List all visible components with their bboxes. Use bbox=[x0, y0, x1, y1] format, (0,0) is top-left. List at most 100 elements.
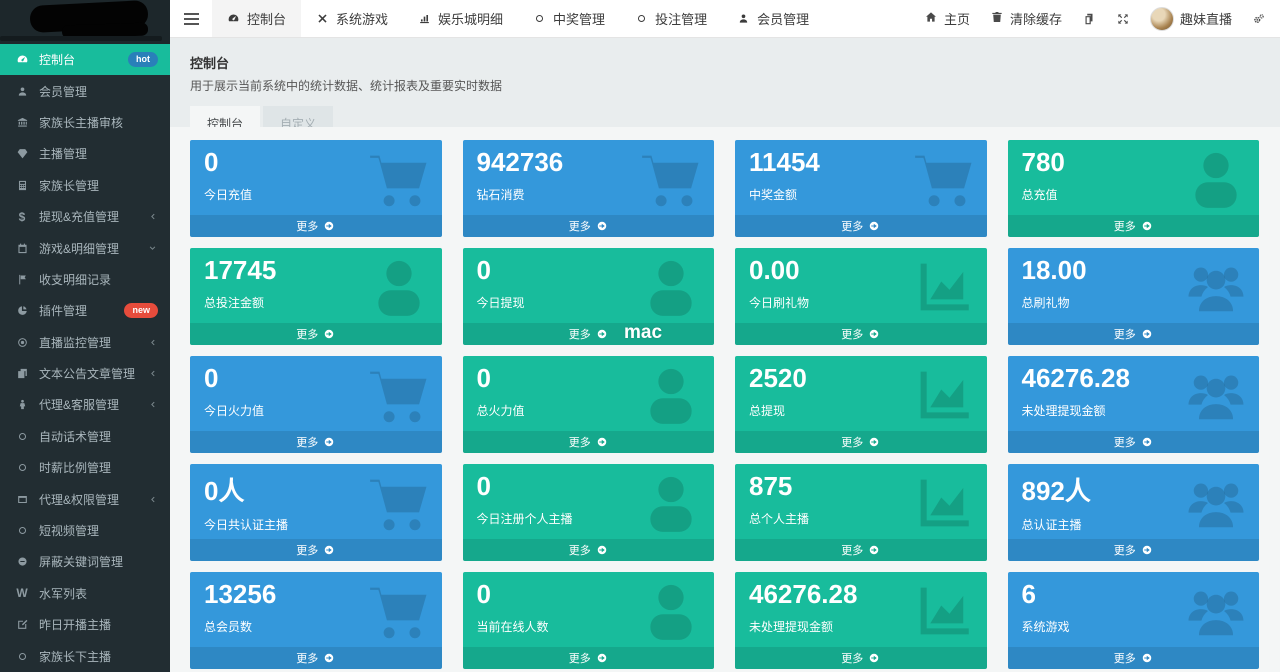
sidebar-item[interactable]: 家族长下主播 bbox=[0, 640, 170, 671]
sidebar-item[interactable]: 时薪比例管理 bbox=[0, 452, 170, 483]
trash-icon bbox=[990, 10, 1004, 27]
sidebar-item[interactable]: 自动话术管理 bbox=[0, 421, 170, 452]
circle-icon bbox=[16, 430, 29, 443]
page-header: 控制台 用于展示当前系统中的统计数据、统计报表及重要实时数据 控制台自定义 bbox=[170, 38, 1280, 141]
more-link[interactable]: 更多 bbox=[463, 431, 715, 453]
stat-card: 13256 总会员数 更多 bbox=[190, 572, 442, 669]
sidebar-item-label: 控制台 bbox=[39, 51, 75, 68]
sidebar-item[interactable]: 游戏&明细管理 bbox=[0, 232, 170, 263]
sidebar-toggle-icon[interactable] bbox=[170, 0, 212, 37]
sidebar-menu: 控制台hot 会员管理 家族长主播审核 主播管理 家族长管理$ 提现&充值管理 … bbox=[0, 44, 170, 672]
flag-icon bbox=[16, 273, 29, 286]
sidebar-item[interactable]: 家族长管理 bbox=[0, 170, 170, 201]
stat-card: 0 今日提现 更多 bbox=[463, 248, 715, 345]
sidebar-item-label: 插件管理 bbox=[39, 302, 87, 319]
more-link[interactable]: 更多 bbox=[1008, 431, 1260, 453]
stat-label: 系统游戏 bbox=[1022, 618, 1260, 635]
agent-icon bbox=[14, 398, 30, 411]
sidebar-item[interactable]: 文本公告文章管理 bbox=[0, 358, 170, 389]
stat-value: 0 bbox=[477, 471, 715, 502]
stat-value: 0人 bbox=[204, 471, 442, 508]
sidebar-item[interactable]: 短视频管理 bbox=[0, 515, 170, 546]
more-arrow-icon bbox=[868, 652, 880, 664]
settings-cogs-icon[interactable] bbox=[1252, 12, 1266, 26]
more-link[interactable]: 更多 bbox=[1008, 215, 1260, 237]
sidebar-item[interactable]: 家族长主播审核 bbox=[0, 107, 170, 138]
more-link[interactable]: 更多 bbox=[1008, 323, 1260, 345]
clear-cache-button[interactable]: 清除缓存 bbox=[990, 9, 1062, 28]
cross-icon bbox=[316, 12, 329, 25]
stat-label: 总充值 bbox=[1022, 186, 1260, 203]
more-link[interactable]: 更多 bbox=[463, 647, 715, 669]
topbar-tab[interactable]: 中奖管理 bbox=[518, 0, 620, 37]
sidebar-item-label: 会员管理 bbox=[39, 83, 87, 100]
stat-value: 942736 bbox=[477, 147, 715, 178]
username: 趣妹直播 bbox=[1180, 9, 1232, 28]
sidebar-item-label: 短视频管理 bbox=[39, 522, 99, 539]
sidebar-item[interactable]: 代理&客服管理 bbox=[0, 389, 170, 420]
more-arrow-icon bbox=[868, 220, 880, 232]
topbar-tab[interactable]: 投注管理 bbox=[620, 0, 722, 37]
more-link[interactable]: 更多 bbox=[735, 647, 987, 669]
gem-icon bbox=[16, 147, 29, 160]
sidebar-item[interactable]: 插件管理new bbox=[0, 295, 170, 326]
stat-label: 中奖金额 bbox=[749, 186, 987, 203]
stat-cards-grid: 0 今日充值 更多 942736 钻石消费 更多 11454 中奖金额 更多 7… bbox=[190, 140, 1259, 669]
more-link[interactable]: 更多 bbox=[190, 539, 442, 561]
sidebar-item[interactable]: $ 提现&充值管理 bbox=[0, 201, 170, 232]
calculator-icon bbox=[16, 179, 29, 192]
sidebar-item[interactable]: 屏蔽关键词管理 bbox=[0, 546, 170, 577]
dollar-icon: $ bbox=[14, 210, 30, 224]
stat-card: 875 总个人主播 更多 bbox=[735, 464, 987, 561]
more-link[interactable]: 更多 bbox=[190, 647, 442, 669]
more-link[interactable]: 更多 bbox=[735, 431, 987, 453]
topbar-tab[interactable]: 控制台 bbox=[212, 0, 301, 37]
stat-value: 0 bbox=[477, 363, 715, 394]
app-logo bbox=[0, 0, 170, 44]
more-link[interactable]: 更多 bbox=[735, 539, 987, 561]
more-link[interactable]: 更多 bbox=[1008, 539, 1260, 561]
circle-icon bbox=[14, 650, 30, 663]
sidebar-item[interactable]: 昨日开播主播 bbox=[0, 609, 170, 640]
copy-icon bbox=[14, 367, 30, 380]
stat-value: 875 bbox=[749, 471, 987, 502]
stat-value: 2520 bbox=[749, 363, 987, 394]
more-arrow-icon bbox=[323, 652, 335, 664]
more-arrow-icon bbox=[596, 436, 608, 448]
bank-icon bbox=[14, 116, 30, 129]
more-link[interactable]: 更多 bbox=[190, 431, 442, 453]
topbar-tab[interactable]: 会员管理 bbox=[722, 0, 824, 37]
topbar-tab[interactable]: 系统游戏 bbox=[301, 0, 403, 37]
fullscreen-icon[interactable] bbox=[1116, 12, 1130, 26]
home-button[interactable]: 主页 bbox=[924, 9, 970, 28]
stat-label: 总提现 bbox=[749, 402, 987, 419]
more-link[interactable]: 更多 bbox=[463, 539, 715, 561]
user-menu[interactable]: 趣妹直播 bbox=[1150, 7, 1232, 31]
more-link[interactable]: 更多 bbox=[735, 215, 987, 237]
sidebar-item-label: 时薪比例管理 bbox=[39, 459, 111, 476]
sidebar-item[interactable]: 收支明细记录 bbox=[0, 264, 170, 295]
more-arrow-icon bbox=[596, 328, 608, 340]
sidebar-item[interactable]: 代理&权限管理 bbox=[0, 483, 170, 514]
sidebar-item[interactable]: W 水军列表 bbox=[0, 578, 170, 609]
sidebar-item[interactable]: 控制台hot bbox=[0, 44, 170, 75]
files-icon[interactable] bbox=[1082, 12, 1096, 26]
stat-label: 未处理提现金额 bbox=[749, 618, 987, 635]
user-icon bbox=[14, 85, 30, 98]
more-link[interactable]: 更多 bbox=[463, 215, 715, 237]
sidebar-item[interactable]: 会员管理 bbox=[0, 75, 170, 106]
stat-label: 钻石消费 bbox=[477, 186, 715, 203]
circle-icon bbox=[14, 461, 30, 474]
more-link[interactable]: 更多 bbox=[190, 215, 442, 237]
stat-label: 总认证主播 bbox=[1022, 516, 1260, 533]
more-link[interactable]: 更多 bbox=[735, 323, 987, 345]
topbar-tab[interactable]: 娱乐城明细 bbox=[403, 0, 518, 37]
more-link[interactable]: 更多 bbox=[190, 323, 442, 345]
sidebar: 控制台hot 会员管理 家族长主播审核 主播管理 家族长管理$ 提现&充值管理 … bbox=[0, 0, 170, 672]
sidebar-item[interactable]: 直播监控管理 bbox=[0, 327, 170, 358]
minus-circle-icon bbox=[16, 555, 29, 568]
more-link[interactable]: 更多 bbox=[463, 323, 715, 345]
more-link[interactable]: 更多 bbox=[1008, 647, 1260, 669]
stat-value: 46276.28 bbox=[749, 579, 987, 610]
sidebar-item[interactable]: 主播管理 bbox=[0, 138, 170, 169]
